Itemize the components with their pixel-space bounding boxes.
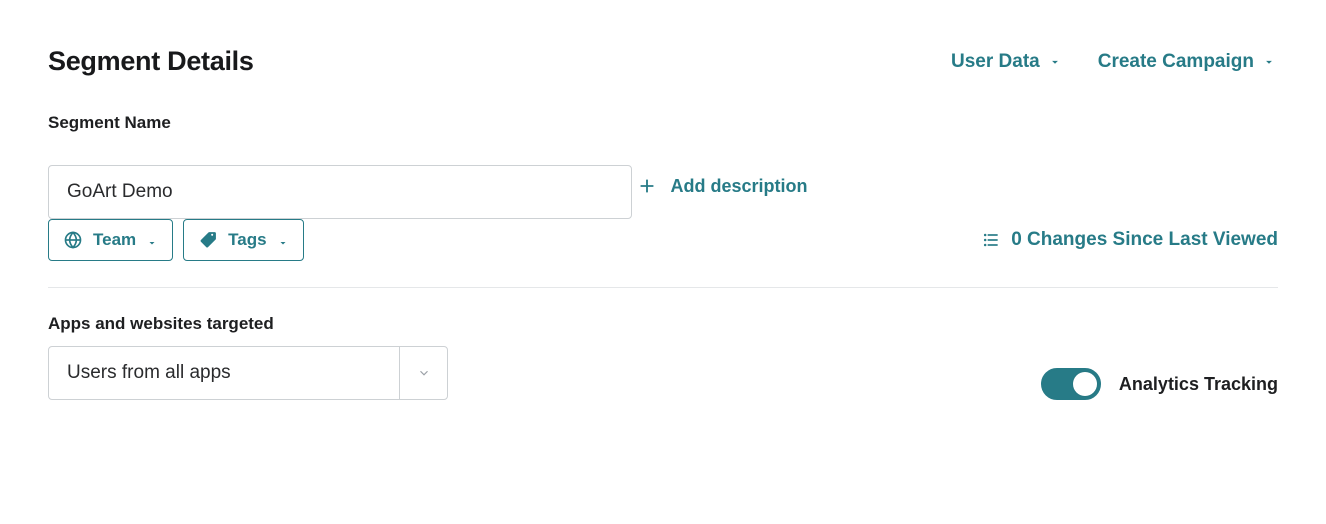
page-title: Segment Details: [48, 46, 254, 77]
create-campaign-dropdown[interactable]: Create Campaign: [1098, 51, 1276, 73]
toggle-knob: [1073, 372, 1097, 396]
divider: [48, 287, 1278, 288]
row-apps: Apps and websites targeted Users from al…: [48, 314, 1278, 400]
apps-select[interactable]: Users from all apps: [48, 346, 448, 400]
analytics-label: Analytics Tracking: [1119, 374, 1278, 395]
select-caret: [399, 347, 447, 399]
tag-icon: [198, 230, 218, 250]
globe-icon: [63, 230, 83, 250]
user-data-label: User Data: [951, 51, 1040, 73]
tags-dropdown[interactable]: Tags: [183, 219, 303, 261]
tags-label: Tags: [228, 230, 266, 250]
plus-icon: [636, 175, 658, 197]
create-campaign-label: Create Campaign: [1098, 51, 1254, 73]
pill-row: Team Tags: [48, 219, 304, 261]
team-dropdown[interactable]: Team: [48, 219, 173, 261]
row-team-tags: Team Tags: [48, 219, 1278, 261]
analytics-tracking: Analytics Tracking: [1041, 368, 1278, 400]
analytics-toggle[interactable]: [1041, 368, 1101, 400]
changes-since-viewed-link[interactable]: 0 Changes Since Last Viewed: [981, 229, 1278, 251]
segment-name-label: Segment Name: [48, 113, 1278, 133]
apps-field: Apps and websites targeted Users from al…: [48, 314, 448, 400]
segment-name-input[interactable]: [48, 165, 632, 219]
header-row: Segment Details User Data Create Campaig…: [48, 46, 1278, 77]
user-data-dropdown[interactable]: User Data: [951, 51, 1062, 73]
add-description-button[interactable]: Add description: [636, 175, 807, 197]
caret-down-icon: [277, 234, 289, 246]
team-label: Team: [93, 230, 136, 250]
caret-down-icon: [146, 234, 158, 246]
apps-selected-value: Users from all apps: [49, 347, 399, 399]
apps-label: Apps and websites targeted: [48, 314, 448, 334]
header-actions: User Data Create Campaign: [951, 51, 1278, 73]
list-icon: [981, 230, 1001, 250]
changes-label: 0 Changes Since Last Viewed: [1011, 229, 1278, 251]
chevron-down-icon: [1262, 55, 1276, 69]
chevron-down-icon: [1048, 55, 1062, 69]
add-description-label: Add description: [670, 176, 807, 197]
